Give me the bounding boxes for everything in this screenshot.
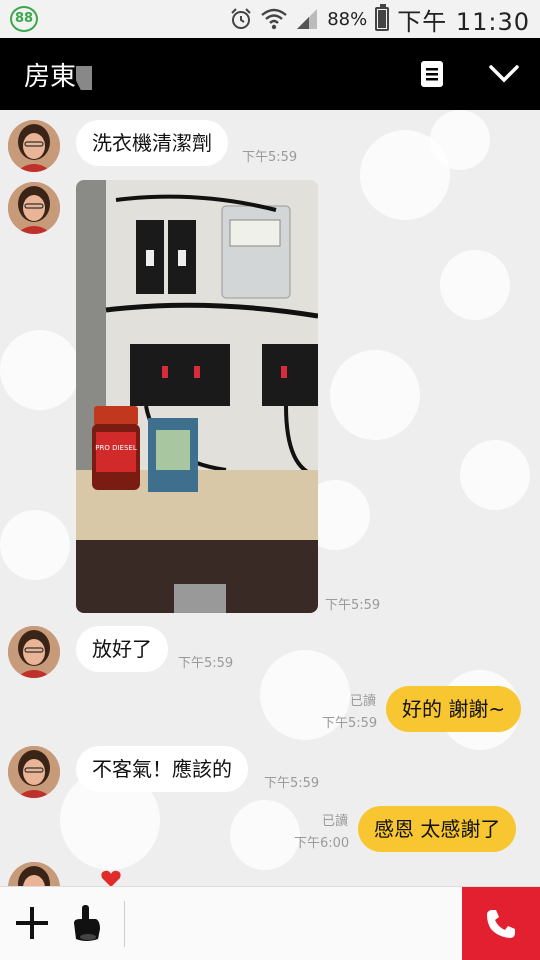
avatar[interactable] [8, 746, 60, 798]
plus-button[interactable] [14, 905, 50, 945]
battery-percent: 88% [327, 8, 368, 30]
message-text: 好的 謝謝~ [402, 697, 506, 721]
bg-decoration [0, 510, 70, 580]
message-time: 下午5:59 [178, 656, 234, 671]
alarm-icon [231, 8, 251, 29]
bg-decoration [430, 110, 490, 170]
note-icon [421, 61, 443, 87]
call-button[interactable] [462, 887, 540, 960]
message-bubble[interactable]: 洗衣機清潔劑 [76, 120, 228, 166]
message-time: 下午5:59 [322, 716, 378, 731]
message-text: 放好了 [92, 637, 152, 661]
bg-decoration [0, 330, 80, 410]
phone-icon [487, 910, 515, 938]
avatar[interactable] [8, 626, 60, 678]
status-icons: 88% 下午 11:30 [229, 0, 530, 38]
message-bubble-mine[interactable]: 感恩 太感謝了 [358, 806, 517, 852]
chat-header: 房東 [0, 38, 540, 110]
message-text: 洗衣機清潔劑 [92, 131, 212, 155]
bg-decoration [460, 440, 530, 510]
title-cursor-mark [76, 66, 92, 90]
image-label: PRO DIESEL [95, 444, 137, 452]
message-time: 下午6:00 [294, 836, 350, 851]
plus-icon [16, 907, 48, 939]
avatar[interactable] [8, 182, 60, 234]
chat-area[interactable]: 洗衣機清潔劑 下午5:59 PRO DIESEL 下午5:59 放好了 下午5:… [0, 110, 540, 886]
message-bubble-mine[interactable]: 好的 謝謝~ [386, 686, 522, 732]
collapse-button[interactable] [486, 56, 522, 92]
avatar[interactable] [8, 120, 60, 172]
clock: 下午 11:30 [397, 7, 530, 36]
bg-decoration [230, 800, 300, 870]
wifi-icon [261, 8, 287, 30]
read-receipt: 已讀 [350, 694, 377, 709]
message-text: 不客氣！應該的 [92, 757, 232, 781]
status-bar: 88 88% 下午 11:30 [0, 0, 540, 38]
message-time: 下午5:59 [242, 150, 298, 165]
chat-title[interactable]: 房東 [24, 56, 76, 93]
message-bubble[interactable]: 放好了 [76, 626, 168, 672]
bg-decoration [440, 250, 510, 320]
avatar[interactable] [8, 862, 60, 886]
sticker-icon [74, 905, 100, 941]
message-image[interactable]: PRO DIESEL [76, 180, 318, 613]
sticker-button[interactable] [68, 903, 104, 947]
bg-decoration [330, 350, 420, 440]
signal-icon [297, 9, 318, 29]
read-receipt: 已讀 [322, 814, 349, 829]
input-bar [0, 886, 540, 960]
heart-icon [101, 870, 121, 886]
message-input[interactable] [124, 901, 450, 947]
message-time: 下午5:59 [264, 776, 320, 791]
message-time: 下午5:59 [325, 598, 381, 613]
battery-icon [375, 4, 390, 31]
notification-badge: 88 [10, 6, 38, 32]
note-button[interactable] [414, 56, 450, 92]
message-bubble[interactable]: 不客氣！應該的 [76, 746, 248, 792]
chevron-down-icon [489, 65, 519, 83]
message-text: 感恩 太感謝了 [374, 817, 501, 841]
